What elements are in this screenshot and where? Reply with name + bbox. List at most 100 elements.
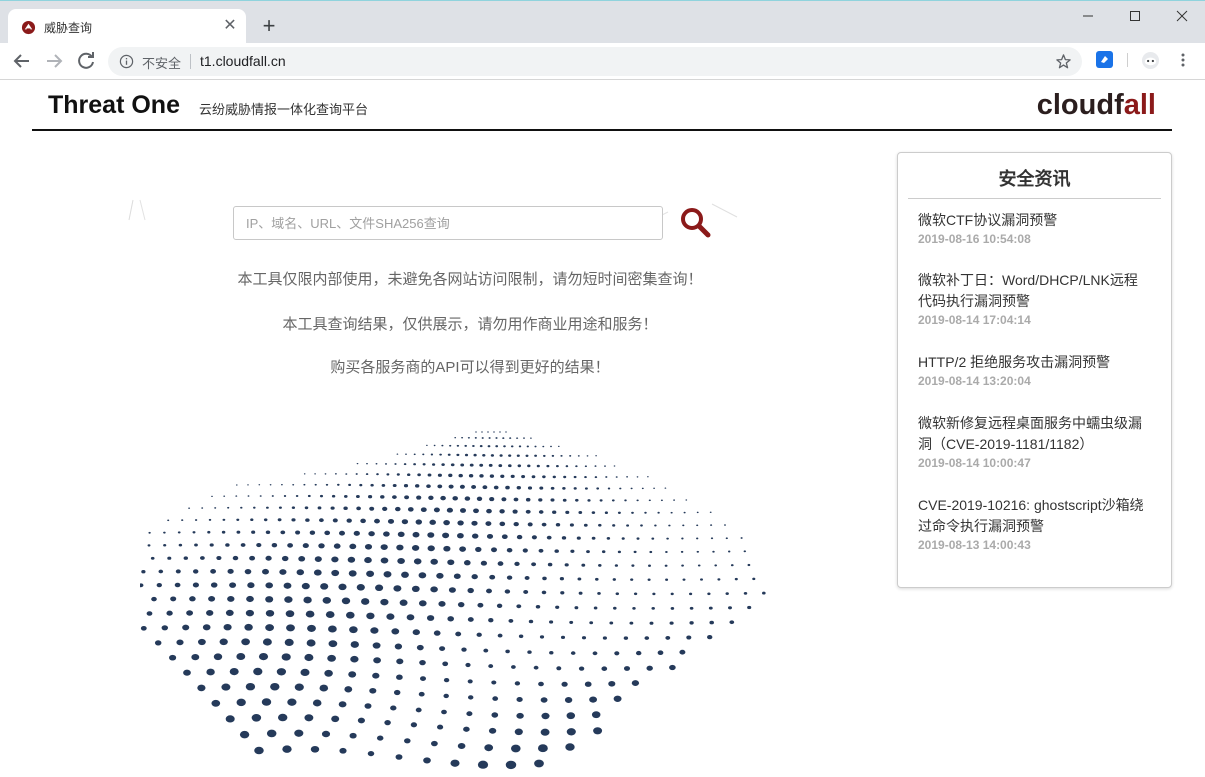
wave-dot bbox=[437, 473, 442, 477]
profile-avatar-icon[interactable] bbox=[1141, 51, 1160, 70]
wave-dot bbox=[479, 463, 484, 467]
wave-dot bbox=[183, 669, 191, 676]
wave-dot bbox=[527, 486, 533, 490]
wave-dot bbox=[223, 495, 226, 497]
wave-dot bbox=[556, 464, 559, 468]
wave-dot bbox=[464, 453, 469, 457]
search-icon[interactable] bbox=[678, 205, 712, 239]
wave-dot bbox=[499, 509, 505, 514]
wave-dot bbox=[251, 714, 262, 722]
news-item[interactable]: HTTP/2 拒绝服务攻击漏洞预警 2019-08-14 13:20:04 bbox=[918, 352, 1148, 388]
wave-dot bbox=[296, 569, 305, 576]
wave-dot bbox=[466, 711, 473, 717]
minimize-icon[interactable] bbox=[1073, 5, 1103, 27]
wave-dot bbox=[393, 689, 401, 696]
wave-dot bbox=[576, 536, 581, 540]
wave-dot bbox=[524, 576, 530, 580]
wave-dot bbox=[615, 476, 618, 478]
wave-dot bbox=[681, 537, 684, 540]
notice-buy-api: 购买各服务商的API可以得到更好的结果！ bbox=[330, 359, 610, 376]
wave-dot bbox=[413, 558, 422, 565]
wave-dot bbox=[396, 658, 404, 665]
wave-dot bbox=[431, 740, 438, 747]
search-input[interactable] bbox=[233, 206, 663, 240]
wave-dot bbox=[459, 546, 466, 552]
new-tab-button[interactable]: + bbox=[256, 13, 282, 39]
wave-dot bbox=[495, 445, 499, 448]
wave-dot bbox=[253, 506, 256, 509]
wave-dot bbox=[304, 653, 314, 662]
wave-dot bbox=[486, 508, 492, 514]
wave-dot bbox=[565, 743, 575, 751]
wave-dot bbox=[426, 444, 428, 447]
forward-icon[interactable] bbox=[42, 49, 66, 73]
wave-dot bbox=[303, 596, 312, 604]
maximize-icon[interactable] bbox=[1120, 5, 1150, 27]
news-item[interactable]: CVE-2019-10216: ghostscript沙箱绕过命令执行漏洞预警 … bbox=[918, 495, 1148, 552]
bookmark-star-icon[interactable] bbox=[1055, 53, 1072, 70]
news-divider bbox=[908, 198, 1161, 199]
wave-dot bbox=[416, 495, 422, 500]
close-window-icon[interactable] bbox=[1167, 5, 1197, 27]
wave-dot bbox=[345, 473, 348, 475]
wave-dot bbox=[322, 597, 332, 604]
wave-dot bbox=[303, 473, 306, 475]
wave-dot bbox=[631, 511, 634, 514]
reload-icon[interactable] bbox=[74, 49, 98, 73]
wave-dot bbox=[403, 484, 409, 488]
wave-dot bbox=[441, 444, 444, 447]
cloudfall-logo[interactable]: cloudfall bbox=[1037, 89, 1156, 122]
wave-dot bbox=[516, 486, 521, 490]
wave-dot bbox=[512, 509, 518, 514]
url-text[interactable]: t1.cloudfall.cn bbox=[200, 53, 286, 69]
wave-dot bbox=[560, 635, 566, 640]
news-headline[interactable]: HTTP/2 拒绝服务攻击漏洞预警 bbox=[918, 352, 1148, 373]
wave-dot bbox=[357, 717, 365, 724]
wave-dot bbox=[383, 531, 390, 537]
wave-dot bbox=[158, 569, 164, 574]
wave-dot bbox=[499, 454, 503, 457]
wave-dot bbox=[331, 494, 336, 498]
browser-tab[interactable]: 威胁查询 ✕ bbox=[8, 9, 246, 44]
site-title[interactable]: Threat One bbox=[48, 91, 180, 120]
address-bar[interactable]: 不安全 t1.cloudfall.cn bbox=[108, 47, 1082, 76]
news-headline[interactable]: 微软补丁日：Word/DHCP/LNK远程代码执行漏洞预警 bbox=[918, 270, 1148, 312]
wave-dot bbox=[437, 724, 444, 730]
news-headline[interactable]: 微软CTF协议漏洞预警 bbox=[918, 210, 1148, 231]
news-headline[interactable]: CVE-2019-10216: ghostscript沙箱绕过命令执行漏洞预警 bbox=[918, 495, 1148, 537]
news-item[interactable]: 微软新修复远程桌面服务中蠕虫级漏洞（CVE-2019-1181/1182） 20… bbox=[918, 413, 1148, 470]
news-item[interactable]: 微软CTF协议漏洞预警 2019-08-16 10:54:08 bbox=[918, 210, 1148, 246]
news-headline[interactable]: 微软新修复远程桌面服务中蠕虫级漏洞（CVE-2019-1181/1182） bbox=[918, 413, 1148, 455]
wave-dot bbox=[410, 722, 418, 728]
wave-dot bbox=[227, 506, 230, 509]
wave-dot bbox=[419, 659, 426, 666]
wave-dot bbox=[416, 644, 424, 651]
wave-dot bbox=[589, 621, 594, 625]
logo-accent-text: all bbox=[1123, 89, 1156, 121]
close-tab-icon[interactable]: ✕ bbox=[220, 16, 240, 36]
wave-dot bbox=[453, 573, 461, 579]
wave-dot bbox=[501, 534, 508, 540]
browser-menu-icon[interactable] bbox=[1174, 51, 1192, 69]
wave-dot bbox=[430, 586, 438, 593]
wave-dot bbox=[542, 576, 547, 581]
wave-dot bbox=[422, 453, 425, 456]
wave-dot bbox=[394, 463, 397, 465]
wave-dot bbox=[587, 499, 591, 502]
info-icon[interactable] bbox=[119, 54, 134, 69]
wave-dot bbox=[569, 620, 574, 624]
wave-dot bbox=[530, 437, 532, 439]
news-item[interactable]: 微软补丁日：Word/DHCP/LNK远程代码执行漏洞预警 2019-08-14… bbox=[918, 270, 1148, 327]
wave-dot bbox=[225, 609, 234, 617]
extension-icon[interactable] bbox=[1096, 51, 1113, 68]
wave-dot bbox=[471, 574, 478, 580]
wave-dot bbox=[381, 483, 386, 487]
wave-dot bbox=[401, 571, 409, 578]
back-icon[interactable] bbox=[10, 49, 34, 73]
wave-dot bbox=[244, 568, 252, 575]
wave-dot bbox=[397, 531, 405, 538]
wave-dot bbox=[595, 577, 599, 581]
wave-dot bbox=[670, 606, 675, 610]
wave-dot bbox=[476, 496, 483, 501]
wave-dot bbox=[549, 650, 554, 655]
